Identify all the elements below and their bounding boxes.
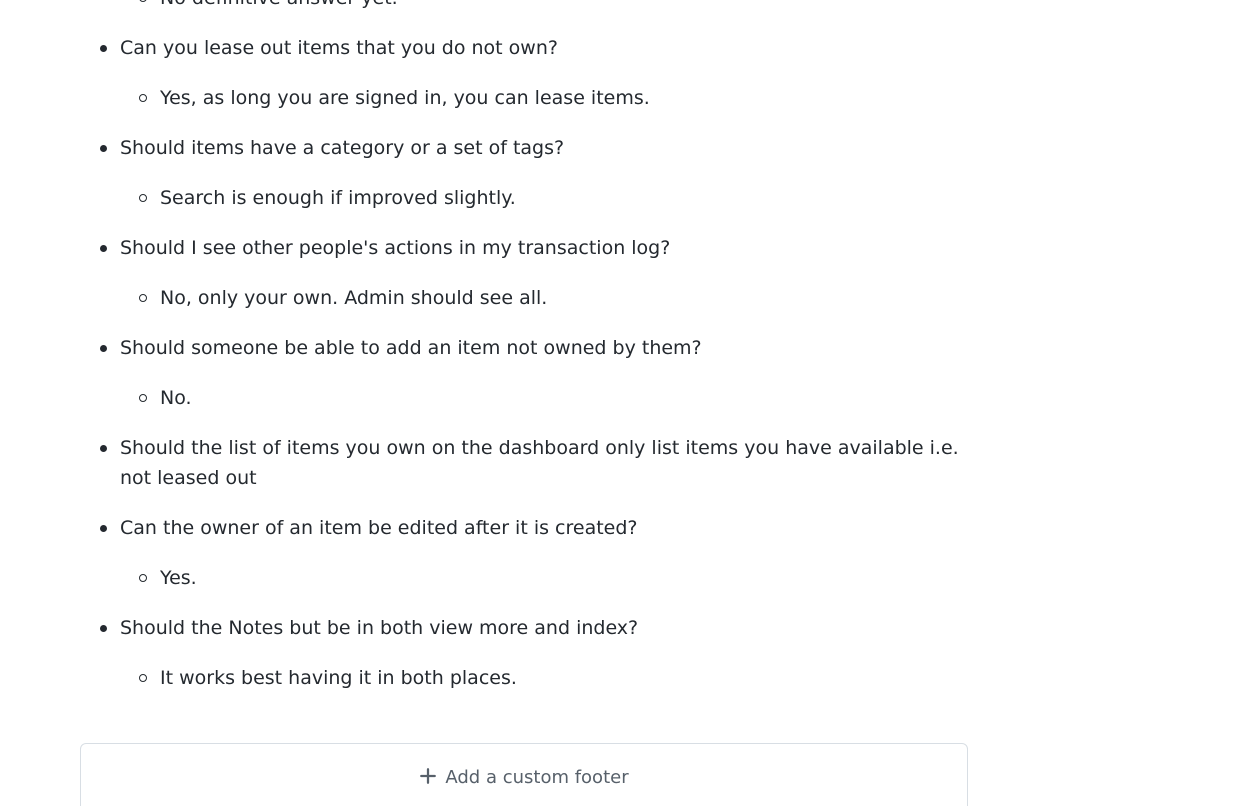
faq-item: Should the Notes but be in both view mor…: [100, 613, 968, 693]
faq-answer-text: It works best having it in both places.: [160, 667, 517, 689]
plus-icon: [420, 768, 437, 784]
add-custom-footer-label: Add a custom footer: [445, 767, 629, 788]
faq-item: Should items have a category or a set of…: [100, 133, 968, 213]
faq-item: Can the owner of an item be edited after…: [100, 513, 968, 593]
faq-answer-text: No, only your own. Admin should see all.: [160, 287, 548, 309]
circle-bullet-icon: [139, 94, 147, 102]
circle-bullet-icon: [139, 674, 147, 682]
disc-bullet-icon: [100, 525, 107, 532]
faq-answer-list: No definitive answer yet.: [120, 0, 968, 13]
circle-bullet-icon: [139, 294, 147, 302]
circle-bullet-icon: [139, 574, 147, 582]
disc-bullet-icon: [100, 625, 107, 632]
faq-question-text: Should the list of items you own on the …: [120, 437, 959, 489]
faq-item: Can you lease out items that you do not …: [100, 33, 968, 113]
faq-question-text: Should someone be able to add an item no…: [120, 337, 702, 359]
faq-answer: No, only your own. Admin should see all.: [139, 283, 968, 313]
wiki-content: No definitive answer yet. Can you lease …: [80, 0, 968, 693]
faq-answer-text: Search is enough if improved slightly.: [160, 187, 516, 209]
circle-bullet-icon: [139, 0, 147, 2]
faq-question-text: Should I see other people's actions in m…: [120, 237, 671, 259]
faq-question-text: Should items have a category or a set of…: [120, 137, 565, 159]
custom-footer-box: Add a custom footer: [80, 743, 968, 806]
faq-item: Should the list of items you own on the …: [100, 433, 968, 493]
faq-answer: Yes, as long you are signed in, you can …: [139, 83, 968, 113]
faq-item: Should someone be able to add an item no…: [100, 333, 968, 413]
faq-answer-list: No, only your own. Admin should see all.: [120, 283, 968, 313]
add-custom-footer-button[interactable]: Add a custom footer: [81, 766, 967, 790]
circle-bullet-icon: [139, 194, 147, 202]
faq-question-text: Can the owner of an item be edited after…: [120, 517, 638, 539]
faq-answer: It works best having it in both places.: [139, 663, 968, 693]
faq-answer: No.: [139, 383, 968, 413]
faq-answer-text: Yes, as long you are signed in, you can …: [160, 87, 650, 109]
disc-bullet-icon: [100, 245, 107, 252]
disc-bullet-icon: [100, 445, 107, 452]
faq-answer-text: No definitive answer yet.: [160, 0, 398, 9]
faq-answer-list: No.: [120, 383, 968, 413]
faq-question-text: Can you lease out items that you do not …: [120, 37, 558, 59]
faq-answer-list: It works best having it in both places.: [120, 663, 968, 693]
faq-answer-list: Yes, as long you are signed in, you can …: [120, 83, 968, 113]
faq-answer-list: Search is enough if improved slightly.: [120, 183, 968, 213]
faq-answer: No definitive answer yet.: [139, 0, 968, 13]
faq-question-text: Should the Notes but be in both view mor…: [120, 617, 639, 639]
faq-item: Should I see other people's actions in m…: [100, 233, 968, 313]
faq-answer-list: Yes.: [120, 563, 968, 593]
faq-list: No definitive answer yet. Can you lease …: [80, 0, 968, 693]
faq-answer-text: Yes.: [160, 567, 197, 589]
faq-answer: Search is enough if improved slightly.: [139, 183, 968, 213]
disc-bullet-icon: [100, 345, 107, 352]
circle-bullet-icon: [139, 394, 147, 402]
disc-bullet-icon: [100, 145, 107, 152]
disc-bullet-icon: [100, 45, 107, 52]
faq-answer: Yes.: [139, 563, 968, 593]
faq-answer-text: No.: [160, 387, 192, 409]
